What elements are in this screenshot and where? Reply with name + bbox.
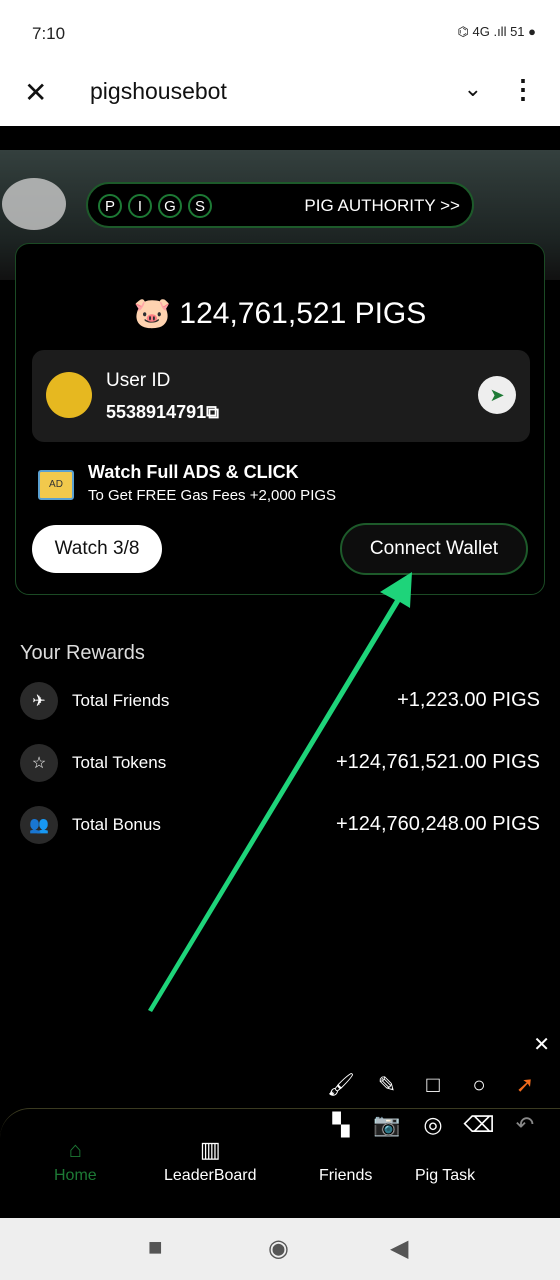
rectangle-icon[interactable]: □ [410, 1072, 456, 1098]
leaderboard-icon: ▥ [199, 1137, 221, 1162]
undo-icon[interactable]: ↶ [502, 1112, 548, 1138]
nav-home[interactable]: ⌂ Home [54, 1137, 97, 1185]
drawing-toolbar: 🖌 ✎ □ ○ ➚ ▚ 📷 ◎ ⌫ ↶ [318, 1072, 560, 1138]
nav-friends[interactable]: Friends [319, 1137, 372, 1185]
toolbar-close-icon[interactable]: ✕ [533, 1032, 550, 1057]
recents-icon[interactable]: ■ [148, 1234, 163, 1262]
back-icon[interactable]: ◀ [390, 1234, 408, 1263]
mosaic-icon[interactable]: ▚ [318, 1112, 364, 1138]
friends-icon [319, 1137, 372, 1163]
nav-pig-task[interactable]: Pig Task [415, 1137, 475, 1185]
color-wheel-icon[interactable]: ◎ [410, 1112, 456, 1138]
home-icon: ⌂ [68, 1137, 82, 1162]
eraser-icon[interactable]: ⌫ [456, 1112, 502, 1138]
circle-icon[interactable]: ○ [456, 1072, 502, 1098]
task-icon [415, 1137, 475, 1163]
nav-leaderboard[interactable]: ▥ LeaderBoard [164, 1137, 257, 1185]
brush-icon[interactable]: 🖌 [318, 1072, 364, 1098]
arrow-tool-icon[interactable]: ➚ [502, 1072, 548, 1098]
system-nav-bar: ■ ◉ ◀ [0, 1218, 560, 1280]
home-button-icon[interactable]: ◉ [268, 1234, 289, 1263]
highlighter-icon[interactable]: ✎ [364, 1072, 410, 1098]
camera-icon[interactable]: 📷 [364, 1112, 410, 1138]
